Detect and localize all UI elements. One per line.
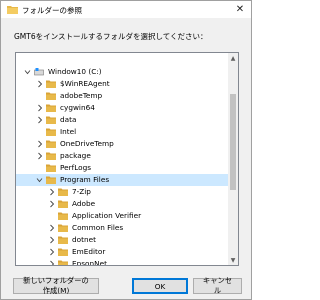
folder-icon: [46, 176, 56, 184]
vertical-scrollbar[interactable]: ▲ ▼: [228, 53, 238, 265]
tree-item-label: Intel: [60, 127, 77, 136]
tree-item-label: Common Files: [72, 223, 124, 232]
tree-item-label: OneDriveTemp: [60, 139, 114, 148]
close-icon: ✕: [235, 4, 245, 15]
window-title: フォルダーの参照: [22, 6, 82, 15]
scroll-down-arrow-icon[interactable]: ▼: [228, 255, 238, 265]
tree-item[interactable]: [16, 54, 228, 66]
tree-item[interactable]: package: [16, 150, 228, 162]
chevron-down-icon[interactable]: [36, 176, 43, 184]
tree-item[interactable]: $WinREAgent: [16, 78, 228, 90]
scrollbar-thumb[interactable]: [230, 94, 236, 190]
folder-icon: [46, 80, 56, 88]
folder-icon: [58, 248, 68, 256]
chevron-right-icon[interactable]: [36, 104, 43, 112]
folder-icon: [58, 224, 68, 232]
tree-item[interactable]: 7-Zip: [16, 186, 228, 198]
tree-item[interactable]: cygwin64: [16, 102, 228, 114]
tree-item-label: EmEditor: [72, 247, 106, 256]
chevron-right-icon[interactable]: [48, 260, 55, 266]
chevron-right-icon[interactable]: [48, 236, 55, 244]
tree-item[interactable]: Program Files: [16, 174, 228, 186]
tree-item-label: EpsonNet: [72, 259, 107, 266]
folder-icon: [46, 92, 56, 100]
tree-item-label: Window10 (C:): [48, 67, 102, 76]
tree-item[interactable]: EpsonNet: [16, 258, 228, 266]
chevron-down-icon[interactable]: [24, 68, 31, 76]
folder-icon: [58, 200, 68, 208]
chevron-right-icon[interactable]: [36, 80, 43, 88]
chevron-right-icon[interactable]: [36, 116, 43, 124]
chevron-right-icon[interactable]: [48, 248, 55, 256]
title-bar: フォルダーの参照 ✕: [1, 1, 251, 18]
folder-icon: [46, 164, 56, 172]
folder-icon: [46, 116, 56, 124]
folder-tree[interactable]: ▲ ▼ Window10 (C:) $WinREAgent adobeTemp cyg…: [15, 52, 239, 266]
tree-item[interactable]: data: [16, 114, 228, 126]
ok-button[interactable]: OK: [132, 278, 188, 294]
tree-item-label: Program Files: [60, 175, 110, 184]
instruction-text: GMT6をインストールするフォルダを選択してください：: [14, 32, 208, 41]
tree-item[interactable]: Common Files: [16, 222, 228, 234]
tree-item[interactable]: adobeTemp: [16, 90, 228, 102]
tree-item-label: 7-Zip: [72, 187, 91, 196]
folder-icon: [46, 140, 56, 148]
chevron-right-icon[interactable]: [48, 188, 55, 196]
scroll-up-arrow-icon[interactable]: ▲: [228, 53, 238, 63]
folder-browse-dialog: フォルダーの参照 ✕ GMT6をインストールするフォルダを選択してください： ▲…: [0, 0, 252, 300]
tree-item[interactable]: EmEditor: [16, 246, 228, 258]
folder-icon: [58, 188, 68, 196]
chevron-right-icon[interactable]: [48, 200, 55, 208]
tree-item-label: $WinREAgent: [60, 79, 110, 88]
drive-icon: [34, 68, 44, 76]
tree-item-label: Adobe: [72, 199, 96, 208]
chevron-right-icon[interactable]: [48, 224, 55, 232]
folder-icon: [46, 152, 56, 160]
tree-item-label: PerfLogs: [60, 163, 92, 172]
cancel-button[interactable]: キャンセル: [193, 276, 242, 295]
tree-item[interactable]: Intel: [16, 126, 228, 138]
tree-item[interactable]: Window10 (C:): [16, 66, 228, 78]
folder-icon: [7, 6, 18, 14]
folder-icon: [58, 236, 68, 244]
close-button[interactable]: ✕: [233, 3, 247, 16]
tree-item-label: cygwin64: [60, 103, 95, 112]
folder-icon: [58, 212, 68, 220]
tree-item[interactable]: Application Verifier: [16, 210, 228, 222]
tree-item-label: adobeTemp: [60, 91, 103, 100]
tree-item[interactable]: Adobe: [16, 198, 228, 210]
tree-item[interactable]: PerfLogs: [16, 162, 228, 174]
tree-item-label: Application Verifier: [72, 211, 142, 220]
chevron-right-icon[interactable]: [36, 140, 43, 148]
folder-icon: [46, 104, 56, 112]
new-folder-button[interactable]: 新しいフォルダーの作成(M): [13, 276, 99, 295]
tree-item[interactable]: dotnet: [16, 234, 228, 246]
tree-item-label: dotnet: [72, 235, 96, 244]
folder-icon: [58, 260, 68, 265]
tree-item-label: data: [60, 115, 77, 124]
tree-item-label: package: [60, 151, 91, 160]
chevron-right-icon[interactable]: [36, 152, 43, 160]
folder-icon: [46, 128, 56, 136]
tree-item[interactable]: OneDriveTemp: [16, 138, 228, 150]
